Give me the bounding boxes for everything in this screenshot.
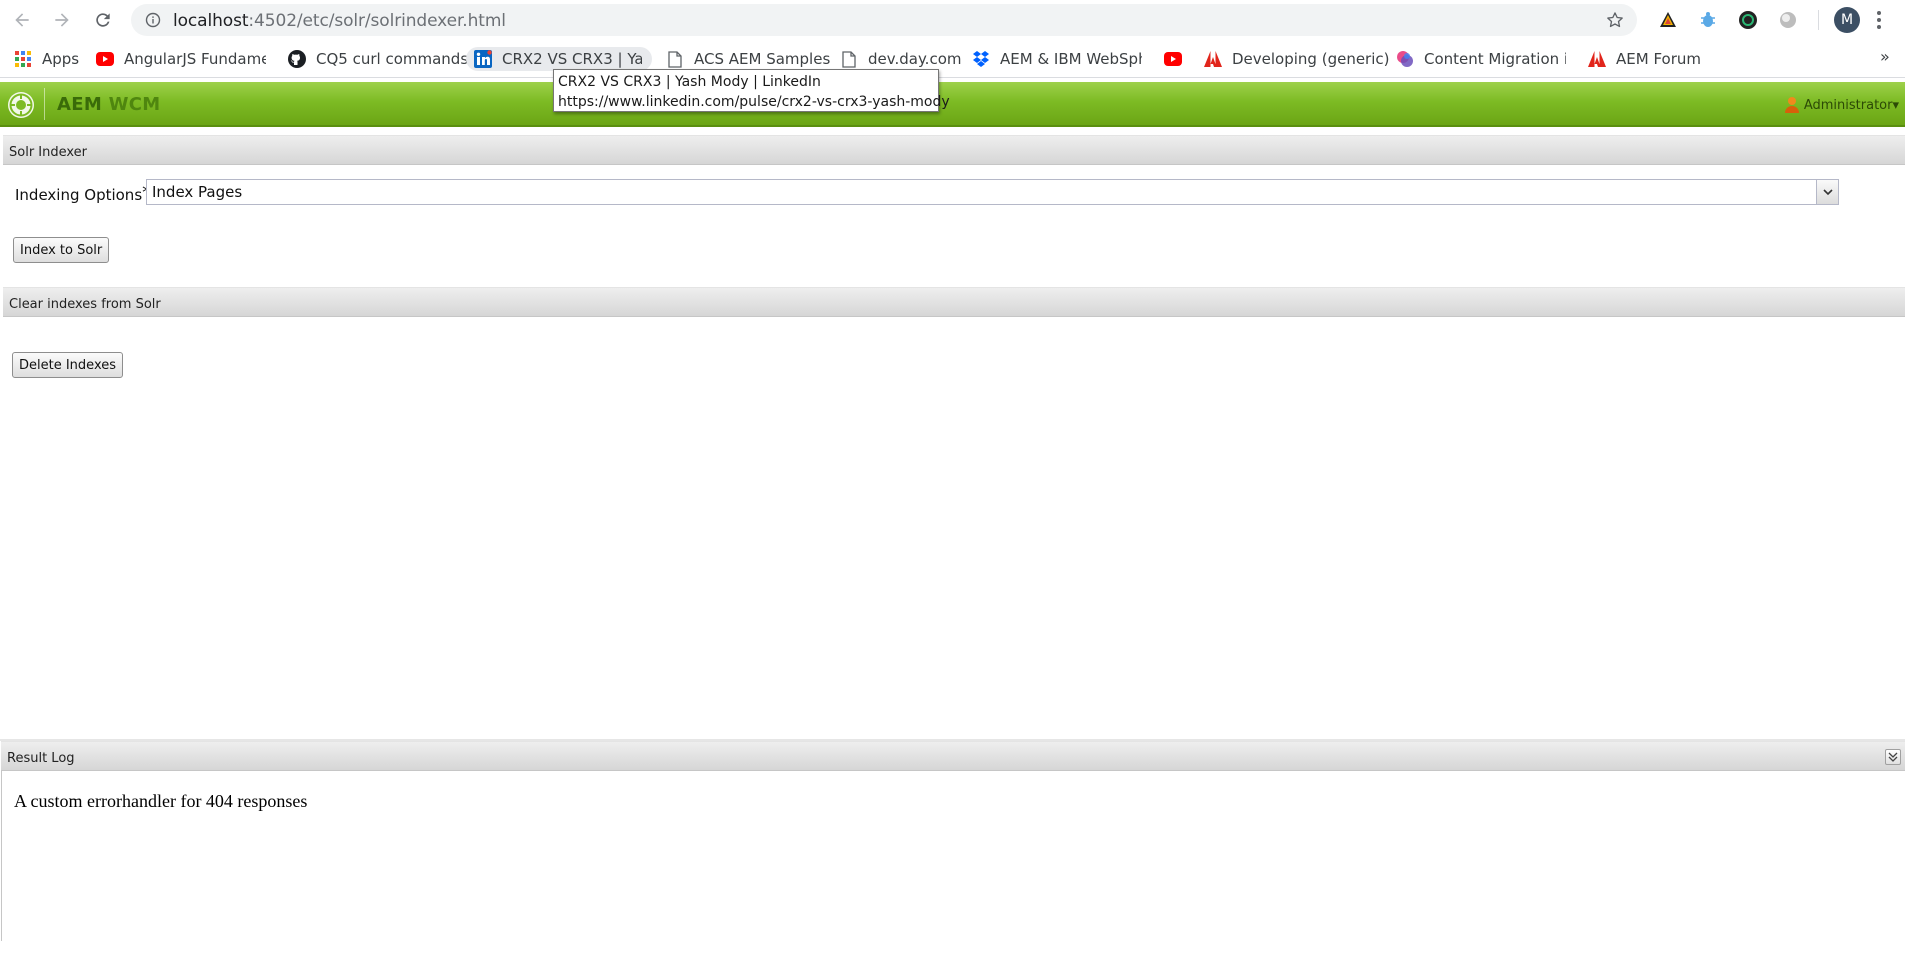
chevron-down-icon: ▾ bbox=[1892, 97, 1899, 113]
delete-indexes-button[interactable]: Delete Indexes bbox=[12, 352, 124, 378]
youtube-icon bbox=[96, 50, 114, 68]
bookmark-label: ACS AEM Samples bbox=[694, 50, 831, 68]
panel-title: Solr Indexer bbox=[9, 145, 88, 160]
youtube-icon bbox=[1164, 50, 1182, 68]
bookmark-label: CRX2 VS CRX3 | Yash bbox=[502, 50, 642, 68]
toolbar-divider bbox=[1818, 10, 1819, 30]
solr-indexer-panel-header: Solr Indexer bbox=[3, 135, 1905, 165]
field-label-text: Indexing Options bbox=[15, 186, 143, 204]
header-separator bbox=[44, 88, 45, 120]
dropdown-trigger[interactable] bbox=[1816, 180, 1838, 204]
collapse-button[interactable] bbox=[1885, 749, 1901, 765]
page-icon bbox=[666, 50, 684, 68]
bookmark-label: Apps bbox=[42, 50, 80, 68]
bookmark-aem-forum[interactable]: AEM Forum bbox=[1588, 47, 1701, 71]
bookmark-label: Developing (generic) bbox=[1232, 50, 1390, 68]
bookmark-aem-ibm-websphere[interactable]: AEM & IBM WebSphe bbox=[972, 47, 1142, 71]
panel-title: Result Log bbox=[7, 751, 75, 766]
aem-header: AEM WCM Administrator ▾ bbox=[0, 82, 1905, 127]
reload-button[interactable] bbox=[89, 6, 117, 34]
adobe-icon bbox=[1588, 50, 1606, 68]
user-menu[interactable]: Administrator ▾ bbox=[1784, 96, 1899, 114]
result-log-message: A custom errorhandler for 404 responses bbox=[14, 791, 308, 811]
index-to-solr-button[interactable]: Index to Solr bbox=[13, 237, 110, 263]
bookmark-content-migration[interactable]: Content Migration in bbox=[1396, 47, 1566, 71]
selected-option: Index Pages bbox=[152, 183, 243, 201]
apps-grid-icon bbox=[14, 50, 32, 68]
address-bar[interactable]: localhost:4502/etc/solr/solrindexer.html bbox=[131, 4, 1637, 36]
bookmark-label: AEM & IBM WebSphe bbox=[1000, 50, 1142, 68]
aem-logo-icon[interactable] bbox=[6, 90, 36, 120]
url-path: :4502/etc/solr/solrindexer.html bbox=[248, 11, 506, 31]
url-text[interactable]: localhost:4502/etc/solr/solrindexer.html bbox=[173, 11, 506, 31]
app-title-light: WCM bbox=[108, 94, 161, 115]
bookmark-developing-generic[interactable]: Developing (generic) bbox=[1204, 47, 1390, 71]
app-title-bold: AEM bbox=[57, 94, 103, 115]
bookmark-tooltip: CRX2 VS CRX3 | Yash Mody | LinkedIn http… bbox=[553, 69, 950, 112]
bookmark-crx2-vs-crx3[interactable]: CRX2 VS CRX3 | Yash bbox=[466, 47, 652, 71]
extension-grey-circle-icon[interactable] bbox=[1776, 8, 1800, 32]
info-icon[interactable] bbox=[145, 12, 161, 28]
kebab-menu-icon[interactable] bbox=[1876, 10, 1882, 30]
url-host: localhost bbox=[173, 11, 249, 31]
user-menu-label: Administrator bbox=[1803, 97, 1893, 113]
bookmark-label: AEM Forum bbox=[1616, 50, 1702, 68]
more-bookmarks-button[interactable]: » bbox=[1880, 47, 1890, 66]
bookmark-cq5-curl[interactable]: CQ5 curl commands bbox=[288, 47, 468, 71]
back-button[interactable] bbox=[8, 6, 36, 34]
bookmark-label: CQ5 curl commands bbox=[316, 50, 469, 68]
adobe-icon bbox=[1204, 50, 1222, 68]
user-icon bbox=[1784, 97, 1799, 113]
panel-title: Clear indexes from Solr bbox=[9, 297, 161, 312]
bookmarks-bar: Apps AngularJS Fundamen CQ5 curl command… bbox=[0, 40, 1905, 78]
bookmark-label: Content Migration in bbox=[1424, 50, 1566, 68]
page-icon bbox=[840, 50, 858, 68]
bookmark-label: dev.day.com bbox=[868, 50, 962, 68]
bookmark-dev-day-com[interactable]: dev.day.com bbox=[840, 47, 962, 71]
clear-indexes-panel-header: Clear indexes from Solr bbox=[3, 287, 1905, 317]
bookmark-youtube[interactable] bbox=[1164, 47, 1192, 71]
double-chevron-down-icon bbox=[1888, 752, 1898, 762]
indexing-options-select[interactable]: Index Pages bbox=[146, 179, 1839, 205]
profile-avatar[interactable]: M bbox=[1834, 7, 1860, 33]
colorful-logo-icon bbox=[1396, 50, 1414, 68]
app-title: AEM WCM bbox=[57, 94, 161, 115]
arrow-left-icon bbox=[15, 13, 29, 27]
bookmark-angularjs[interactable]: AngularJS Fundamen bbox=[96, 47, 266, 71]
bookmark-acs-aem-samples[interactable]: ACS AEM Samples bbox=[666, 47, 830, 71]
github-icon bbox=[288, 50, 306, 68]
extension-colorful-icon[interactable] bbox=[1656, 8, 1680, 32]
chevron-down-icon bbox=[1822, 189, 1833, 196]
star-icon[interactable] bbox=[1605, 10, 1625, 30]
dropbox-icon bbox=[972, 50, 990, 68]
extension-bug-icon[interactable] bbox=[1696, 8, 1720, 32]
extension-dark-circle-icon[interactable] bbox=[1736, 8, 1760, 32]
browser-toolbar: localhost:4502/etc/solr/solrindexer.html… bbox=[0, 0, 1905, 40]
reload-icon bbox=[96, 13, 110, 27]
arrow-right-icon bbox=[55, 13, 69, 27]
forward-button[interactable] bbox=[48, 6, 76, 34]
tooltip-title: CRX2 VS CRX3 | Yash Mody | LinkedIn bbox=[558, 74, 821, 90]
tooltip-url: https://www.linkedin.com/pulse/crx2-vs-c… bbox=[558, 94, 950, 110]
result-log-panel-header: Result Log bbox=[1, 741, 1905, 771]
indexing-options-label: Indexing Options* bbox=[15, 182, 151, 205]
result-log-panel: Result Log A custom errorhandler for 404… bbox=[1, 741, 1905, 941]
linkedin-icon bbox=[474, 50, 492, 68]
result-log-body: A custom errorhandler for 404 responses bbox=[1, 771, 1905, 941]
bookmark-apps[interactable]: Apps bbox=[14, 47, 79, 71]
bookmark-label: AngularJS Fundamen bbox=[124, 50, 266, 68]
